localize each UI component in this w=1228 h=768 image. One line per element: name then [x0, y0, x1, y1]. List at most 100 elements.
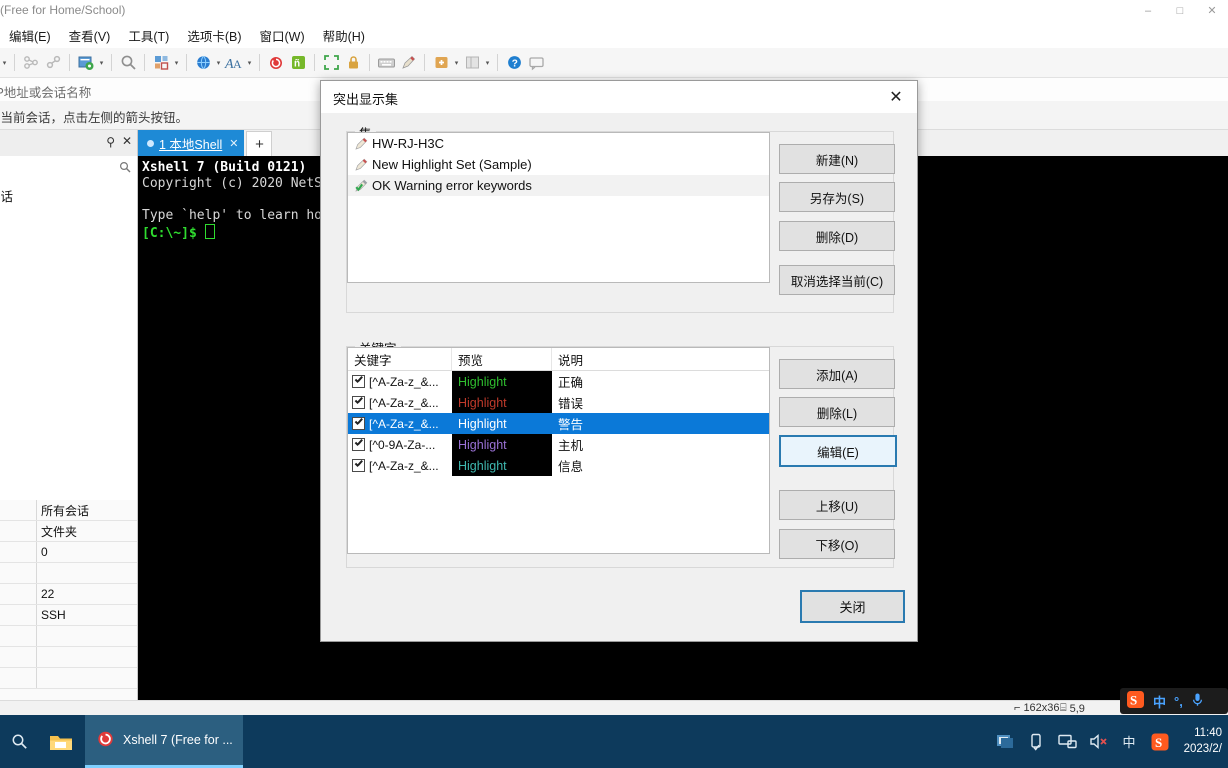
set-list[interactable]: HW-RJ-H3C New Highlight Set (Sample) OK …: [347, 132, 770, 283]
taskbar-file-explorer-icon[interactable]: [42, 715, 80, 768]
list-item[interactable]: New Highlight Set (Sample): [348, 154, 769, 175]
table-row[interactable]: [^A-Za-z_&... Highlight 信息: [348, 455, 769, 476]
close-icon[interactable]: ✕: [122, 134, 132, 148]
maximize-button[interactable]: □: [1164, 0, 1196, 21]
taskbar-xshell-button[interactable]: Xshell 7 (Free for ...: [85, 715, 243, 768]
disconnect-icon[interactable]: [42, 52, 64, 74]
sogou-tray-icon[interactable]: S: [1150, 732, 1170, 752]
font-dropdown-arrow[interactable]: ▾: [245, 52, 254, 74]
row-checkbox[interactable]: [352, 438, 365, 451]
globe-icon[interactable]: [192, 52, 214, 74]
close-dialog-button[interactable]: 关闭: [800, 590, 905, 623]
fullscreen-icon[interactable]: [320, 52, 342, 74]
keyword-cell[interactable]: [^A-Za-z_&...: [348, 455, 452, 476]
menu-item-window[interactable]: 窗口(W): [250, 24, 313, 47]
table-row[interactable]: [0, 563, 137, 584]
lock-icon[interactable]: [342, 52, 364, 74]
menu-item-help[interactable]: 帮助(H): [314, 24, 374, 47]
dialog-close-icon[interactable]: ✕: [875, 81, 917, 113]
table-row[interactable]: [^A-Za-z_&... Highlight 错误: [348, 392, 769, 413]
preview-text: Highlight: [458, 437, 507, 452]
minimize-button[interactable]: –: [1132, 0, 1164, 21]
new-tab-button[interactable]: +: [246, 131, 273, 156]
tab-close-icon[interactable]: ✕: [229, 137, 238, 150]
font-icon[interactable]: AA: [223, 52, 245, 74]
move-up-button[interactable]: 上移(U): [779, 490, 895, 520]
table-row[interactable]: [0, 647, 137, 668]
session-properties-icon[interactable]: [75, 52, 97, 74]
table-row[interactable]: 所有会话: [0, 500, 137, 521]
row-checkbox[interactable]: [352, 396, 365, 409]
row-checkbox[interactable]: [352, 417, 365, 430]
taskbar-search-icon[interactable]: [0, 715, 38, 768]
ime-floating-bar[interactable]: S 中 °,: [1120, 688, 1228, 714]
xftp-icon[interactable]: ñ: [287, 52, 309, 74]
taskbar-clock[interactable]: 11:40 2023/2/: [1184, 725, 1222, 757]
table-row[interactable]: [^0-9A-Za-... Highlight 主机: [348, 434, 769, 455]
session-properties-dropdown-arrow[interactable]: ▾: [97, 52, 106, 74]
menu-item-view[interactable]: 查看(V): [60, 24, 120, 47]
delete-keyword-button[interactable]: 删除(L): [779, 397, 895, 427]
toolbar-overflow-arrow[interactable]: ▾: [0, 52, 9, 74]
layout-dropdown-arrow[interactable]: ▾: [172, 52, 181, 74]
session-search-input[interactable]: [0, 156, 137, 183]
pencil-icon: [354, 136, 369, 151]
keyword-cell[interactable]: [^A-Za-z_&...: [348, 413, 452, 434]
keyword-table[interactable]: 关键字 预览 说明 [^A-Za-z_&... Highlight 正确 [^A…: [347, 347, 770, 554]
mic-icon[interactable]: [1191, 692, 1204, 710]
save-as-button[interactable]: 另存为(S): [779, 182, 895, 212]
table-row[interactable]: [0, 626, 137, 647]
table-row[interactable]: 22: [0, 584, 137, 605]
help-icon[interactable]: ?: [503, 52, 525, 74]
globe-dropdown-arrow[interactable]: ▾: [214, 52, 223, 74]
highlight-pencil-icon[interactable]: [397, 52, 419, 74]
feedback-icon[interactable]: [525, 52, 547, 74]
table-row[interactable]: [^A-Za-z_&... Highlight 正确: [348, 371, 769, 392]
add-note-dropdown-arrow[interactable]: ▾: [452, 52, 461, 74]
vmware-icon[interactable]: [995, 732, 1015, 752]
edit-keyword-button[interactable]: 编辑(E): [779, 435, 897, 467]
usb-icon[interactable]: [1026, 732, 1046, 752]
toolbar-separator: [144, 54, 145, 71]
table-row[interactable]: [0, 668, 137, 689]
row-checkbox[interactable]: [352, 459, 365, 472]
add-keyword-button[interactable]: 添加(A): [779, 359, 895, 389]
list-item-selected[interactable]: OK Warning error keywords: [348, 175, 769, 196]
layout-icon[interactable]: [150, 52, 172, 74]
ime-punctuation-icon[interactable]: °,: [1174, 694, 1183, 709]
new-set-button[interactable]: 新建(N): [779, 144, 895, 174]
xshell-snail-icon[interactable]: [265, 52, 287, 74]
move-down-button[interactable]: 下移(O): [779, 529, 895, 559]
keyword-cell[interactable]: [^A-Za-z_&...: [348, 392, 452, 413]
deselect-current-button[interactable]: 取消选择当前(C): [779, 265, 895, 295]
table-header: 关键字 预览 说明: [348, 348, 769, 371]
menu-item-edit[interactable]: 编辑(E): [0, 24, 60, 47]
menu-item-tabs[interactable]: 选项卡(B): [178, 24, 250, 47]
delete-set-button[interactable]: 删除(D): [779, 221, 895, 251]
session-tree[interactable]: 会话: [0, 182, 137, 237]
table-row[interactable]: 0: [0, 542, 137, 563]
table-row-selected[interactable]: [^A-Za-z_&... Highlight 警告: [348, 413, 769, 434]
volume-muted-icon[interactable]: [1088, 732, 1108, 752]
add-note-icon[interactable]: [430, 52, 452, 74]
panel-layout-dropdown-arrow[interactable]: ▾: [483, 52, 492, 74]
sogou-icon[interactable]: S: [1126, 690, 1145, 712]
search-icon[interactable]: [117, 52, 139, 74]
keyword-cell[interactable]: [^A-Za-z_&...: [348, 371, 452, 392]
pin-icon[interactable]: ⚲: [106, 135, 115, 149]
ime-chinese-icon[interactable]: 中: [1119, 732, 1139, 752]
ime-mode-chinese[interactable]: 中: [1153, 692, 1166, 711]
connect-all-icon[interactable]: [20, 52, 42, 74]
table-row[interactable]: SSH: [0, 605, 137, 626]
keyword-cell[interactable]: [^0-9A-Za-...: [348, 434, 452, 455]
session-tree-item[interactable]: 会话: [0, 186, 13, 205]
table-row[interactable]: 文件夹: [0, 521, 137, 542]
network-icon[interactable]: [1057, 732, 1077, 752]
close-button[interactable]: ✕: [1196, 0, 1228, 21]
keyboard-icon[interactable]: [375, 52, 397, 74]
tab-local-shell[interactable]: 1 本地Shell ✕: [138, 130, 245, 156]
row-checkbox[interactable]: [352, 375, 365, 388]
list-item[interactable]: HW-RJ-H3C: [348, 133, 769, 154]
panel-layout-icon[interactable]: [461, 52, 483, 74]
menu-item-tools[interactable]: 工具(T): [119, 24, 178, 47]
